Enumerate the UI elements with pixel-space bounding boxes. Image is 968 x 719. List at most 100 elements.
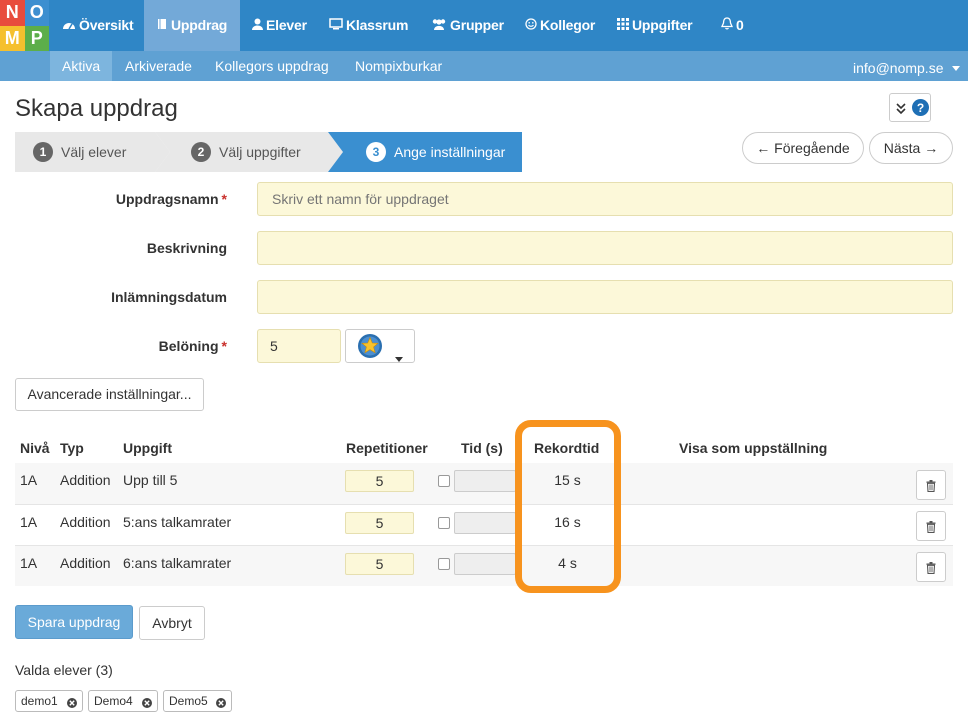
notification-count: 0 [736, 17, 744, 33]
student-chip: Demo5 [163, 690, 232, 712]
cell-type: Addition [60, 514, 111, 530]
logo-letter-o: O [24, 0, 49, 26]
cell-level: 1A [20, 472, 38, 488]
remove-icon[interactable] [215, 695, 227, 708]
column-header-time: Tid (s) [461, 440, 503, 456]
cell-type: Addition [60, 555, 111, 571]
delete-row-button[interactable] [916, 511, 946, 541]
wizard-step-2[interactable]: 2 Välj uppgifter [155, 132, 343, 172]
required-mark: * [221, 338, 227, 354]
description-input[interactable] [257, 231, 953, 265]
smile-icon [525, 1, 537, 52]
nav-uppgifter[interactable]: Uppgifter [617, 0, 693, 52]
nav-klassrum[interactable]: Klassrum [329, 0, 408, 51]
assignment-name-input[interactable] [257, 182, 953, 216]
selected-students-label: Valda elever (3) [15, 662, 113, 678]
time-checkbox[interactable] [438, 517, 450, 529]
assignment-name-label: Uppdragsnamn * [15, 191, 227, 207]
time-input[interactable] [454, 470, 516, 492]
reward-amount-input[interactable]: 5 [257, 329, 341, 363]
cell-task: 6:ans talkamrater [123, 555, 232, 571]
table-row: 1A Addition 6:ans talkamrater 5 4 s [15, 545, 953, 586]
logo-letter-p: P [24, 25, 49, 51]
wizard-step-1[interactable]: 1 Välj elever [15, 132, 170, 172]
subnav-nompixburkar[interactable]: Nompixburkar [355, 51, 442, 81]
subnav-arkiverade[interactable]: Arkiverade [125, 51, 192, 81]
delete-row-button[interactable] [916, 552, 946, 582]
required-mark: * [221, 191, 227, 207]
cell-task: 5:ans talkamrater [123, 514, 232, 530]
bell-icon [721, 1, 733, 52]
record-time-highlight [515, 420, 621, 593]
page-title: Skapa uppdrag [15, 95, 178, 122]
description-label: Beskrivning [146, 240, 227, 256]
grid-icon [617, 1, 629, 52]
repetitions-input[interactable]: 5 [345, 470, 414, 492]
help-icon[interactable]: ? [912, 99, 929, 119]
subnav-aktiva[interactable]: Aktiva [50, 51, 112, 81]
cancel-button[interactable]: Avbryt [139, 606, 205, 640]
nomp-logo[interactable]: N O M P [0, 0, 49, 51]
due-date-label: Inlämningsdatum [111, 289, 227, 305]
star-medal-icon [357, 333, 383, 362]
tools-button-group[interactable]: ? [889, 93, 931, 122]
column-header-task: Uppgift [123, 440, 172, 456]
nav-elever[interactable]: Elever [252, 0, 307, 51]
sub-navbar: Aktiva Arkiverade Kollegors uppdrag Nomp… [0, 51, 968, 81]
remove-icon[interactable] [141, 695, 153, 708]
time-checkbox[interactable] [438, 475, 450, 487]
repetitions-input[interactable]: 5 [345, 553, 414, 575]
cell-task: Upp till 5 [123, 472, 178, 488]
nav-label: Uppgifter [632, 17, 693, 33]
account-menu[interactable]: info@nomp.se [853, 51, 961, 81]
users-icon [431, 1, 447, 52]
cell-type: Addition [60, 472, 111, 488]
label-text: Uppdragsnamn [115, 191, 219, 207]
top-navbar: N O M P Översikt Uppdrag Elever Klassrum… [0, 0, 968, 51]
step-number: 2 [191, 142, 211, 162]
remove-icon[interactable] [66, 695, 78, 708]
nav-kollegor[interactable]: Kollegor [525, 0, 595, 51]
next-button[interactable]: Nästa → [869, 132, 953, 164]
nav-label: Uppdrag [171, 17, 228, 33]
due-date-input[interactable] [257, 280, 953, 314]
student-name: demo1 [21, 694, 58, 708]
student-chip: Demo4 [88, 690, 158, 712]
time-input[interactable] [454, 553, 516, 575]
step-number: 1 [33, 142, 53, 162]
student-chip: demo1 [15, 690, 83, 712]
user-icon [252, 1, 263, 52]
nav-uppdrag[interactable]: Uppdrag [144, 0, 240, 51]
cell-level: 1A [20, 555, 38, 571]
double-chevron-down-icon [896, 102, 906, 118]
wizard-step-3[interactable]: 3 Ange inställningar [328, 132, 522, 172]
repetitions-input[interactable]: 5 [345, 512, 414, 534]
student-name: Demo4 [94, 694, 133, 708]
delete-row-button[interactable] [916, 470, 946, 500]
step-label: Välj elever [61, 144, 127, 160]
monitor-icon [329, 1, 343, 52]
subnav-kollegors-uppdrag[interactable]: Kollegors uppdrag [215, 51, 329, 81]
step-number: 3 [366, 142, 386, 162]
reward-label: Belöning * [15, 338, 227, 354]
time-checkbox[interactable] [438, 558, 450, 570]
label-text: Belöning [158, 338, 219, 354]
caret-down-icon [395, 349, 403, 365]
advanced-settings-button[interactable]: Avancerade inställningar... [15, 378, 204, 411]
student-name: Demo5 [169, 694, 208, 708]
step-label: Välj uppgifter [219, 144, 301, 160]
column-header-type: Typ [60, 440, 84, 456]
nav-grupper[interactable]: Grupper [431, 0, 504, 51]
logo-letter-m: M [0, 25, 25, 51]
trash-icon [926, 479, 936, 495]
previous-button[interactable]: ← Föregående [742, 132, 864, 164]
step-label: Ange inställningar [394, 144, 506, 160]
table-row: 1A Addition 5:ans talkamrater 5 16 s [15, 504, 953, 545]
account-email: info@nomp.se [853, 60, 944, 76]
column-header-show-vertical: Visa som uppställning [679, 440, 828, 456]
nav-notifications[interactable]: 0 [721, 0, 744, 51]
nav-oversikt[interactable]: Översikt [62, 0, 134, 51]
save-assignment-button[interactable]: Spara uppdrag [15, 605, 133, 639]
time-input[interactable] [454, 512, 516, 534]
reward-type-dropdown[interactable] [345, 329, 415, 363]
